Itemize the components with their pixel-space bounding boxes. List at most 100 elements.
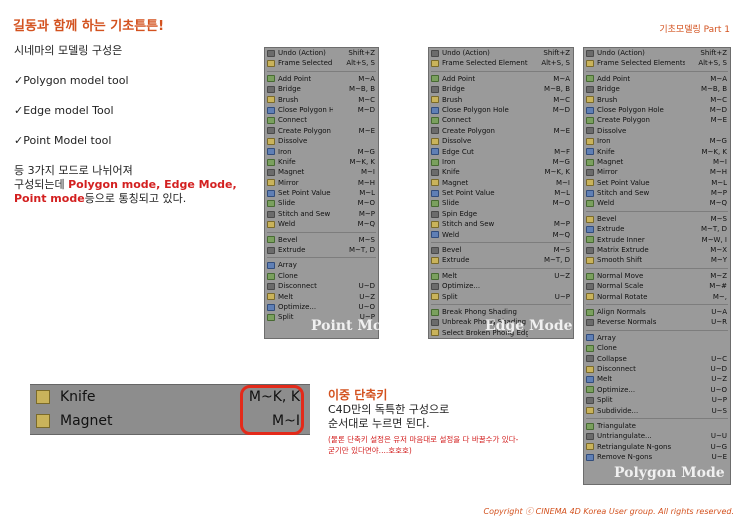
menu-item[interactable]: Connect (429, 115, 573, 125)
menu-item[interactable]: Bridge M~B, B (265, 84, 378, 94)
menu-item[interactable]: Smooth Shift M~Y (584, 255, 730, 265)
menu-item[interactable]: Triangulate (584, 421, 730, 431)
menu-item-shortcut: M~Y (710, 256, 727, 265)
menu-item[interactable]: Magnet M~I (584, 157, 730, 167)
menu-item[interactable]: Disconnect U~D (265, 281, 378, 291)
menu-item[interactable]: Brush M~C (265, 95, 378, 105)
menu-item[interactable]: Melt U~Z (265, 292, 378, 302)
menu-item[interactable]: Undo (Action) Shift+Z (265, 48, 378, 58)
intro-text: 시네마의 모델링 구성은 ✓Polygon model tool ✓Edge m… (14, 44, 264, 206)
tool-point: ✓Point Model tool (14, 134, 112, 147)
menu-separator (586, 303, 728, 305)
menu-item[interactable]: Create Polygon M~E (265, 126, 378, 136)
menu-item[interactable]: Clone (265, 271, 378, 281)
menu-item[interactable]: Slide M~O (429, 198, 573, 208)
menu-item[interactable]: Extrude M~T, D (584, 224, 730, 234)
menu-item[interactable]: Add Point M~A (584, 74, 730, 84)
menu-item[interactable]: Set Point Value M~L (584, 178, 730, 188)
menu-item[interactable]: Array (265, 260, 378, 270)
page-title: 길동과 함께 하는 기초튼튼! (13, 19, 165, 34)
menu-item[interactable]: Iron M~G (429, 157, 573, 167)
menu-item[interactable]: Close Polygon Hole M~D (265, 105, 378, 115)
menu-item[interactable]: Extrude M~T, D (265, 245, 378, 255)
menu-item[interactable]: Set Point Value M~L (429, 188, 573, 198)
menu-item[interactable]: Brush M~C (429, 95, 573, 105)
menu-item[interactable]: Bevel M~S (265, 235, 378, 245)
menu-item[interactable]: Extrude Inner M~W, I (584, 235, 730, 245)
menu-item[interactable]: Stitch and Sew M~P (265, 209, 378, 219)
menu-item[interactable]: Normal Move M~Z (584, 271, 730, 281)
menu-item-icon (267, 75, 275, 83)
menu-item[interactable]: Mirror M~H (265, 178, 378, 188)
menu-item[interactable]: Undo (Action) Shift+Z (429, 48, 573, 58)
menu-item[interactable]: Slide M~O (265, 198, 378, 208)
menu-item[interactable]: Dissolve (584, 126, 730, 136)
menu-item-label: Bridge (278, 85, 301, 94)
menu-item[interactable]: Collapse U~C (584, 354, 730, 364)
menu-item[interactable]: Matrix Extrude M~X (584, 245, 730, 255)
menu-item-shortcut: M~D (552, 105, 570, 114)
menu-item[interactable]: Extrude M~T, D (429, 255, 573, 265)
menu-item[interactable]: Set Point Value M~L (265, 188, 378, 198)
menu-item[interactable]: Melt U~Z (584, 374, 730, 384)
menu-item-shortcut: M~A (358, 74, 375, 83)
menu-item[interactable]: Reverse Normals U~R (584, 317, 730, 327)
menu-item[interactable]: Iron M~G (265, 147, 378, 157)
menu-item[interactable]: Add Point M~A (429, 74, 573, 84)
menu-item[interactable]: Align Normals U~A (584, 307, 730, 317)
menu-item[interactable]: Disconnect U~D (584, 364, 730, 374)
menu-item[interactable]: Split U~P (584, 395, 730, 405)
menu-item[interactable]: Connect (265, 115, 378, 125)
menu-item[interactable]: Weld M~Q (429, 230, 573, 240)
menu-item[interactable]: Remove N-gons U~E (584, 452, 730, 462)
menu-item[interactable]: Dissolve (429, 136, 573, 146)
menu-item[interactable]: Knife M~K, K (584, 147, 730, 157)
menu-item[interactable]: Iron M~G (584, 136, 730, 146)
menu-item[interactable]: Normal Rotate M~, (584, 292, 730, 302)
menu-item[interactable]: Bevel M~S (584, 214, 730, 224)
menu-item[interactable]: Clone (584, 343, 730, 353)
menu-item[interactable]: Optimize... (429, 281, 573, 291)
menu-separator (586, 329, 728, 331)
menu-item[interactable]: Normal Scale M~# (584, 281, 730, 291)
menu-item[interactable]: Break Phong Shading (429, 307, 573, 317)
menu-item[interactable]: Optimize... U~O (584, 385, 730, 395)
menu-item[interactable]: Edge Cut M~F (429, 147, 573, 157)
menu-item-icon (267, 200, 275, 208)
menu-item-icon (586, 308, 594, 316)
menu-item[interactable]: Undo (Action) Shift+Z (584, 48, 730, 58)
menu-item[interactable]: Magnet M~I (429, 178, 573, 188)
menu-item[interactable]: Frame Selected Elements Alt+S, S (584, 58, 730, 68)
menu-item[interactable]: Brush M~C (584, 95, 730, 105)
menu-item[interactable]: Spin Edge (429, 209, 573, 219)
menu-item[interactable]: Weld M~Q (584, 198, 730, 208)
menu-item[interactable]: Bridge M~B, B (429, 84, 573, 94)
menu-item[interactable]: Close Polygon Hole M~D (429, 105, 573, 115)
menu-item[interactable]: Add Point M~A (265, 74, 378, 84)
menu-item[interactable]: Retriangulate N-gons U~G (584, 442, 730, 452)
menu-item-shortcut: U~Z (711, 375, 727, 384)
menu-item[interactable]: Split U~P (429, 292, 573, 302)
menu-item[interactable]: Mirror M~H (584, 167, 730, 177)
menu-item[interactable]: Create Polygon M~E (429, 126, 573, 136)
menu-item[interactable]: Stitch and Sew M~P (429, 219, 573, 229)
menu-item[interactable]: Bridge M~B, B (584, 84, 730, 94)
menu-item[interactable]: Bevel M~S (429, 245, 573, 255)
menu-item[interactable]: Subdivide... U~S (584, 406, 730, 416)
menu-item[interactable]: Dissolve (265, 136, 378, 146)
menu-item[interactable]: Knife M~K, K (429, 167, 573, 177)
menu-item-label: Array (278, 261, 297, 270)
menu-item[interactable]: Create Polygon M~E (584, 115, 730, 125)
menu-item[interactable]: Array (584, 333, 730, 343)
menu-item[interactable]: Magnet M~I (265, 167, 378, 177)
menu-item[interactable]: Close Polygon Hole M~D (584, 105, 730, 115)
menu-item[interactable]: Optimize... U~O (265, 302, 378, 312)
menu-item[interactable]: Frame Selected Elements Alt+S, S (265, 58, 378, 68)
menu-item[interactable]: Knife M~K, K (265, 157, 378, 167)
menu-item[interactable]: Melt U~Z (429, 271, 573, 281)
menu-item[interactable]: Weld M~Q (265, 219, 378, 229)
menu-item[interactable]: Untriangulate... U~U (584, 431, 730, 441)
menu-item-shortcut: M~K, K (544, 168, 570, 177)
menu-item[interactable]: Stitch and Sew M~P (584, 188, 730, 198)
menu-item[interactable]: Frame Selected Elements Alt+S, S (429, 58, 573, 68)
